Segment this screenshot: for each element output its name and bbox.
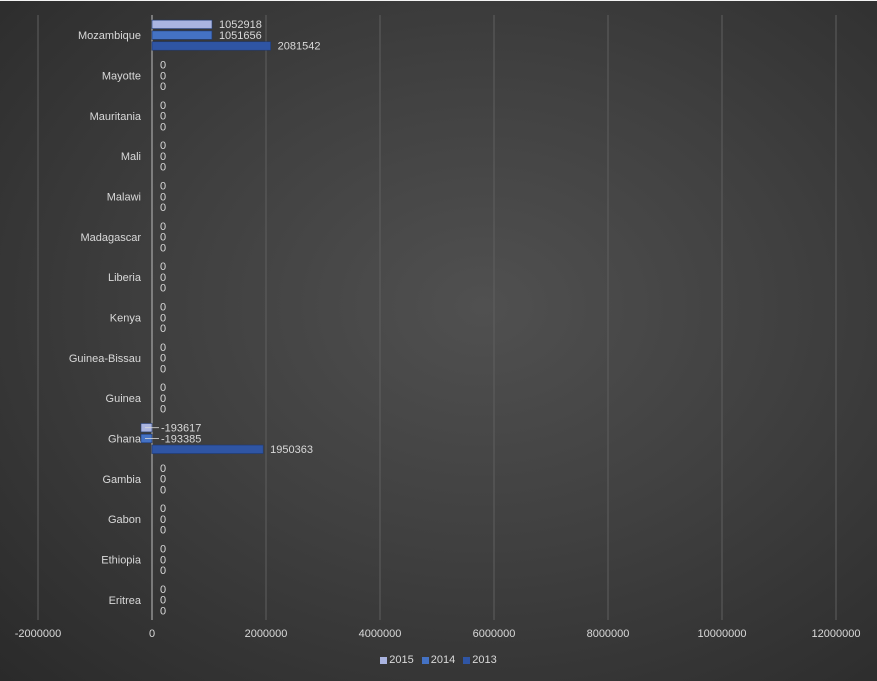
legend-swatch-2013 bbox=[463, 656, 471, 664]
data-label: 0 bbox=[160, 404, 166, 416]
data-labels: 1052918105165620815420000000000000000000… bbox=[144, 19, 321, 617]
x-tick-label: 0 bbox=[149, 628, 155, 640]
x-axis-tick-labels: -2000000 0 2000000 4000000 6000000 8000000 100… bbox=[15, 628, 861, 640]
category-label: Liberia bbox=[108, 272, 142, 284]
data-label: 0 bbox=[160, 121, 166, 133]
legend-label-2013: 2013 bbox=[472, 654, 497, 666]
x-tick-label: 6000000 bbox=[473, 628, 516, 640]
category-label: Mauritania bbox=[90, 111, 142, 123]
legend-item-2015[interactable]: 2015 bbox=[380, 654, 414, 666]
legend-item-2014[interactable]: 2014 bbox=[421, 654, 456, 666]
gridlines bbox=[37, 15, 837, 620]
data-label: 0 bbox=[160, 565, 166, 577]
data-label: 0 bbox=[160, 484, 166, 496]
data-label: 0 bbox=[160, 525, 166, 537]
bar-2014 bbox=[151, 30, 213, 40]
category-label: Ethiopia bbox=[101, 555, 142, 567]
x-tick-label: 8000000 bbox=[587, 628, 630, 640]
category-label: Ghana bbox=[108, 434, 142, 446]
bar-2015 bbox=[151, 19, 213, 29]
legend-item-2013[interactable]: 2013 bbox=[463, 654, 497, 666]
category-labels: Mozambique Mayotte Mauritania Mali Malawi Mad… bbox=[69, 30, 142, 607]
category-label: Mozambique bbox=[78, 30, 141, 42]
category-label: Kenya bbox=[110, 313, 142, 325]
data-label: 0 bbox=[160, 323, 166, 335]
legend-label-2014: 2014 bbox=[430, 654, 456, 666]
legend-swatch-2015 bbox=[380, 656, 388, 664]
category-label: Eritrea bbox=[109, 595, 142, 607]
category-label: Malawi bbox=[107, 192, 141, 204]
x-tick-label: 10000000 bbox=[698, 628, 747, 640]
bar-chart: Mozambique Mayotte Mauritania Mali Malawi Mad… bbox=[15, 15, 861, 640]
bar-2013 bbox=[151, 41, 271, 51]
legend-label-2015: 2015 bbox=[389, 654, 414, 666]
category-label: Mayotte bbox=[102, 71, 141, 83]
category-label: Gabon bbox=[108, 514, 141, 526]
data-label: 1051656 bbox=[219, 30, 262, 42]
legend-swatch-2014 bbox=[421, 656, 429, 664]
category-label: Guinea-Bissau bbox=[69, 353, 141, 365]
data-label: 0 bbox=[160, 363, 166, 375]
data-label: 1950363 bbox=[270, 444, 313, 456]
category-label: Guinea bbox=[106, 393, 142, 405]
data-label: -193385 bbox=[161, 433, 201, 445]
category-label: Gambia bbox=[102, 474, 141, 486]
data-label: 0 bbox=[160, 605, 166, 617]
data-label: 0 bbox=[160, 283, 166, 295]
legend: 2015 2014 2013 bbox=[0, 654, 877, 666]
data-label: 0 bbox=[160, 81, 166, 93]
x-tick-label: -2000000 bbox=[15, 628, 62, 640]
data-label: 0 bbox=[160, 202, 166, 214]
category-label: Madagascar bbox=[80, 232, 141, 244]
category-label: Mali bbox=[121, 151, 141, 163]
data-label: 2081542 bbox=[278, 41, 321, 53]
data-label: 0 bbox=[160, 242, 166, 254]
x-tick-label: 4000000 bbox=[359, 628, 402, 640]
x-tick-label: 12000000 bbox=[812, 628, 861, 640]
bar-2013 bbox=[151, 444, 264, 454]
data-label: 0 bbox=[160, 162, 166, 174]
x-tick-label: 2000000 bbox=[245, 628, 288, 640]
